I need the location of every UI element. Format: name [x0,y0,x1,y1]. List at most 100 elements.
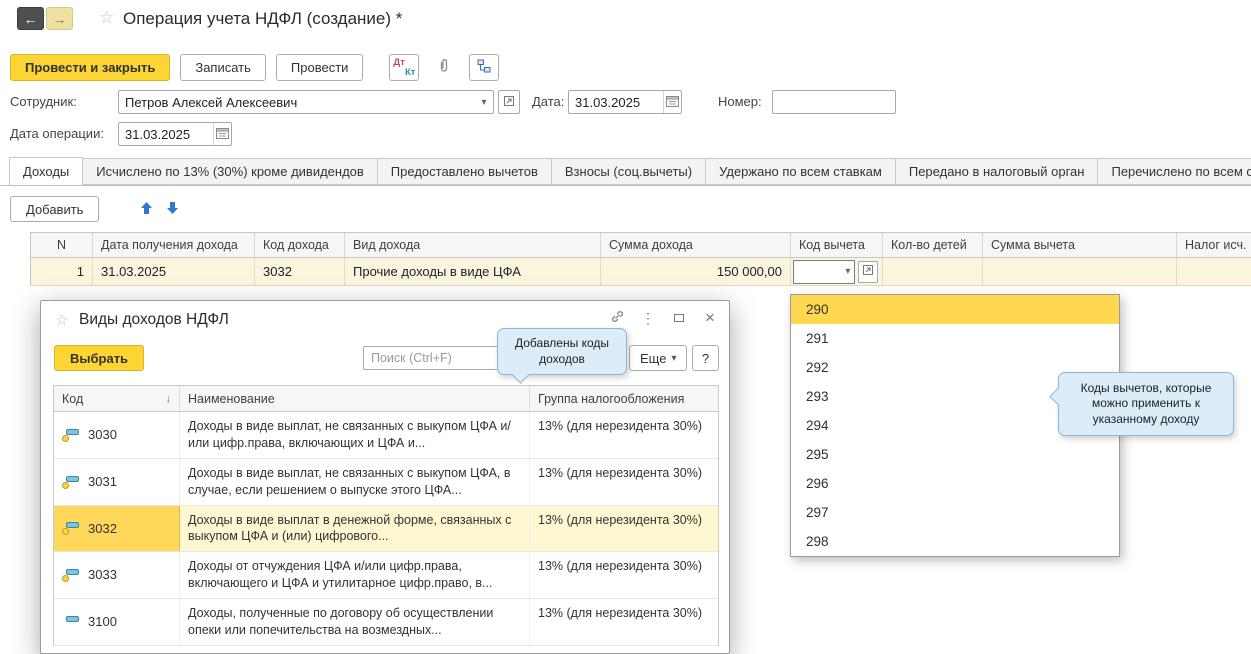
open-icon [862,264,874,279]
deduction-dropdown-button[interactable]: ▾ [842,261,854,283]
deduction-code-option[interactable]: 290 [791,295,1119,324]
debit-credit-button[interactable]: Дт Кт [389,54,419,81]
income-type-row[interactable]: 3100 Доходы, полученные по договору об о… [54,599,718,646]
col-header-name[interactable]: Наименование [180,386,530,411]
col-header-amount[interactable]: Сумма дохода [601,233,791,257]
operation-date-calendar-button[interactable] [213,123,231,145]
date-calendar-button[interactable] [663,91,681,113]
col-header-date-received[interactable]: Дата получения дохода [93,233,255,257]
dialog-title: Виды доходов НДФЛ [79,311,229,329]
favorite-star-icon[interactable]: ☆ [99,8,114,28]
callout-text: Коды вычетов, которые можно применить к … [1069,381,1223,428]
post-and-close-button[interactable]: Провести и закрыть [10,54,170,81]
col-header-code[interactable]: Код ↓ [54,386,180,411]
command-bar: Провести и закрыть Записать Провести Дт … [10,53,499,81]
open-icon [503,95,515,110]
col-header-deduction-amount[interactable]: Сумма вычета [983,233,1177,257]
move-down-button[interactable] [159,197,185,221]
tab-bar: Доходы Исчислено по 13% (30%) кроме диви… [0,157,1251,186]
chevron-down-icon: ▾ [671,353,676,364]
col-header-income-code[interactable]: Код дохода [255,233,345,257]
close-button[interactable]: × [701,308,719,328]
operation-date-field[interactable] [118,122,232,146]
col-header-tax-group[interactable]: Группа налогообложения [530,386,718,411]
tab-calculated-13[interactable]: Исчислено по 13% (30%) кроме дивидендов [82,158,378,185]
income-tax-group: 13% (для нерезидента 30%) [530,599,718,645]
date-field[interactable] [568,90,682,114]
select-button[interactable]: Выбрать [54,345,144,371]
more-actions-button[interactable]: Еще ▾ [629,345,687,371]
link-icon [610,309,625,327]
chevron-down-icon: ▾ [481,97,486,108]
employee-field[interactable]: ▾ [118,90,494,114]
income-type-row[interactable]: 3033 Доходы от отчуждения ЦФА и/или цифр… [54,552,718,599]
number-input[interactable] [773,91,895,113]
col-header-n[interactable]: N [31,233,93,257]
tab-contributions[interactable]: Взносы (соц.вычеты) [551,158,706,185]
dialog-header-buttons: ⋮ × [608,308,719,328]
cell-deduction-amount [983,258,1177,285]
save-button[interactable]: Записать [180,54,266,81]
employee-label: Сотрудник: [10,90,77,114]
tab-transferred-to-tax[interactable]: Передано в налоговый орган [895,158,1099,185]
income-name: Доходы от отчуждения ЦФА и/или цифр.прав… [180,552,530,598]
cell-income-type: Прочие доходы в виде ЦФА [345,258,601,285]
col-header-tax[interactable]: Налог исч. [1177,233,1251,257]
kebab-menu-icon: ⋮ [641,310,655,327]
calendar-icon [216,127,229,142]
move-up-button[interactable] [133,197,159,221]
post-button[interactable]: Провести [276,54,364,81]
employee-input[interactable] [119,91,475,113]
deduction-choose-button[interactable] [858,261,878,283]
add-row-button[interactable]: Добавить [10,196,99,222]
income-table-row[interactable]: 1 31.03.2025 3032 Прочие доходы в виде Ц… [30,258,1251,286]
col-header-children-count[interactable]: Кол-во детей [883,233,983,257]
cell-children-count [883,258,983,285]
employee-open-button[interactable] [498,90,520,114]
calendar-icon [666,95,679,110]
callout-text: Добавлены коды доходов [508,336,616,367]
income-code: 3030 [88,426,117,444]
more-menu-button[interactable]: ⋮ [639,308,657,328]
tab-withheld[interactable]: Удержано по всем ставкам [705,158,896,185]
deduction-code-option[interactable]: 297 [791,498,1119,527]
dialog-favorite-star-icon[interactable]: ☆ [55,311,68,329]
tab-remitted[interactable]: Перечислено по всем ст [1097,158,1251,185]
income-code: 3100 [88,613,117,631]
operation-date-input[interactable] [119,123,213,145]
deduction-code-input[interactable] [794,261,842,283]
deduction-code-option[interactable]: 296 [791,469,1119,498]
code-header-label: Код [62,392,83,406]
col-header-deduction-code[interactable]: Код вычета [791,233,883,257]
deduction-code-combo[interactable]: ▾ [793,260,855,284]
structure-icon [476,58,492,77]
operation-date-label: Дата операции: [10,122,104,146]
related-documents-button[interactable] [469,54,499,81]
help-button[interactable]: ? [692,345,719,371]
tab-incomes[interactable]: Доходы [9,157,83,186]
date-input[interactable] [569,91,663,113]
attachments-button[interactable] [429,54,459,81]
arrow-down-icon [166,201,179,218]
income-type-row[interactable]: 3030 Доходы в виде выплат, не связанных … [54,412,718,459]
col-header-income-type[interactable]: Вид дохода [345,233,601,257]
income-tax-group: 13% (для нерезидента 30%) [530,552,718,598]
income-type-row-selected[interactable]: 3032 Доходы в виде выплат в денежной фор… [54,506,718,553]
deduction-code-option[interactable]: 291 [791,324,1119,353]
cell-date-received: 31.03.2025 [93,258,255,285]
employee-dropdown-button[interactable]: ▾ [475,91,493,113]
deduction-code-option[interactable]: 295 [791,440,1119,469]
income-name: Доходы в виде выплат в денежной форме, с… [180,506,530,552]
cell-amount: 150 000,00 [601,258,791,285]
income-name: Доходы в виде выплат, не связанных с вык… [180,412,530,458]
back-button[interactable]: ← [17,7,44,30]
tab-deductions-provided[interactable]: Предоставлено вычетов [377,158,552,185]
income-table: N Дата получения дохода Код дохода Вид д… [30,232,1251,286]
deduction-code-option[interactable]: 298 [791,527,1119,556]
get-link-button[interactable] [608,308,626,328]
number-field[interactable] [772,90,896,114]
forward-button[interactable]: → [46,7,73,30]
income-code-icon [62,475,79,489]
maximize-button[interactable] [670,308,688,328]
income-type-row[interactable]: 3031 Доходы в виде выплат, не связанных … [54,459,718,506]
